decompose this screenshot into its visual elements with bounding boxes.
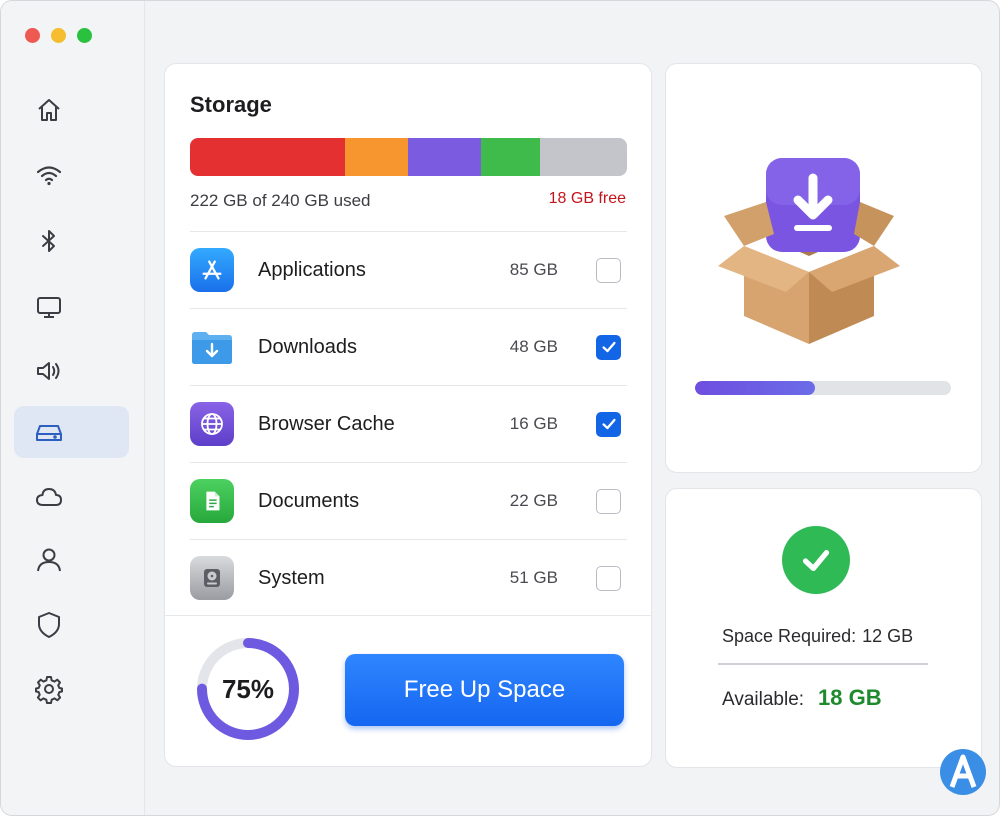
download-box-icon [718, 158, 900, 344]
usage-segment-2 [344, 138, 409, 176]
download-progress-fill [695, 381, 816, 395]
checkmark-icon [601, 341, 616, 353]
document-icon [190, 479, 234, 523]
available-label: Available: [722, 689, 805, 710]
sidebar-item-wifi[interactable] [14, 149, 129, 201]
usage-segment-3 [408, 138, 481, 176]
row-label: Applications [258, 258, 366, 281]
cloud-icon [36, 488, 62, 506]
storage-row-browser-cache[interactable]: Browser Cache 16 GB [190, 385, 627, 462]
divider [718, 663, 928, 665]
sidebar-item-display[interactable] [14, 281, 129, 333]
row-size: 85 GB [509, 260, 558, 279]
brand-logo-icon [940, 749, 986, 795]
hard-drive-icon [190, 556, 234, 600]
sidebar-item-home[interactable] [14, 84, 129, 136]
storage-category-list: Applications 85 GB Downloads 48 GB Brows… [190, 231, 627, 616]
storage-row-documents[interactable]: Documents 22 GB [190, 462, 627, 539]
sidebar-item-storage[interactable] [14, 406, 129, 458]
sidebar-item-settings[interactable] [14, 663, 129, 715]
available-value: 18 GB [818, 685, 882, 710]
sidebar-item-sound[interactable] [14, 345, 129, 397]
row-size: 22 GB [509, 491, 558, 510]
row-size: 16 GB [509, 414, 558, 433]
sidebar-item-cloud[interactable] [14, 471, 129, 523]
cleanup-progress-percent: 75% [221, 673, 275, 704]
bluetooth-icon [42, 230, 55, 252]
storage-usage-bar [190, 138, 627, 176]
storage-drive-icon [36, 425, 62, 441]
free-up-space-button[interactable]: Free Up Space [345, 654, 624, 726]
available-space: Available: 18 GB [722, 685, 882, 711]
sidebar [1, 1, 145, 815]
app-store-icon [190, 248, 234, 292]
row-label: Documents [258, 489, 360, 512]
sidebar-item-security[interactable] [14, 599, 129, 651]
download-progress-bar [695, 381, 951, 395]
storage-panel: Storage 222 GB of 240 GB used 18 GB free… [164, 63, 652, 767]
summary-panel: Space Required: 12 GB Available: 18 GB [665, 488, 982, 768]
space-required-value: 12 GB [862, 626, 914, 646]
usage-segment-1 [190, 138, 345, 176]
space-required: Space Required: 12 GB [722, 626, 913, 647]
select-applications-checkbox[interactable] [596, 257, 621, 283]
minimize-window-button[interactable] [51, 28, 66, 43]
row-size: 48 GB [509, 337, 558, 356]
home-icon [38, 99, 60, 121]
zoom-window-button[interactable] [77, 28, 92, 43]
storage-used-text: 222 GB of 240 GB used [190, 191, 371, 210]
sidebar-item-account[interactable] [14, 534, 129, 586]
select-downloads-checkbox[interactable] [596, 334, 621, 360]
close-window-button[interactable] [25, 28, 40, 43]
storage-row-downloads[interactable]: Downloads 48 GB [190, 308, 627, 385]
success-check-icon [782, 526, 850, 594]
usage-segment-4 [480, 138, 540, 176]
app-window: Storage 222 GB of 240 GB used 18 GB free… [0, 0, 1000, 816]
storage-free-text: 18 GB free [548, 190, 626, 207]
space-required-label: Space Required: [722, 626, 857, 646]
select-documents-checkbox[interactable] [596, 488, 621, 514]
row-label: System [258, 566, 325, 589]
divider [165, 615, 651, 616]
storage-title: Storage [190, 92, 272, 117]
checkmark-icon [601, 418, 616, 430]
window-controls [25, 28, 92, 43]
row-label: Downloads [258, 335, 357, 358]
sound-icon [37, 362, 60, 380]
wifi-icon [36, 166, 62, 186]
display-icon [37, 297, 61, 318]
download-panel [665, 63, 982, 473]
sidebar-item-bluetooth[interactable] [14, 215, 129, 267]
downloads-folder-icon [190, 325, 234, 369]
shield-icon [38, 612, 60, 638]
storage-row-applications[interactable]: Applications 85 GB [190, 231, 627, 308]
row-size: 51 GB [509, 568, 558, 587]
globe-icon [190, 402, 234, 446]
user-icon [37, 548, 61, 572]
select-browser-cache-checkbox[interactable] [596, 411, 621, 437]
row-label: Browser Cache [258, 412, 395, 435]
storage-row-system[interactable]: System 51 GB [190, 539, 627, 616]
gear-icon [35, 676, 63, 704]
select-system-checkbox[interactable] [596, 565, 621, 591]
usage-segment-5 [539, 138, 627, 176]
